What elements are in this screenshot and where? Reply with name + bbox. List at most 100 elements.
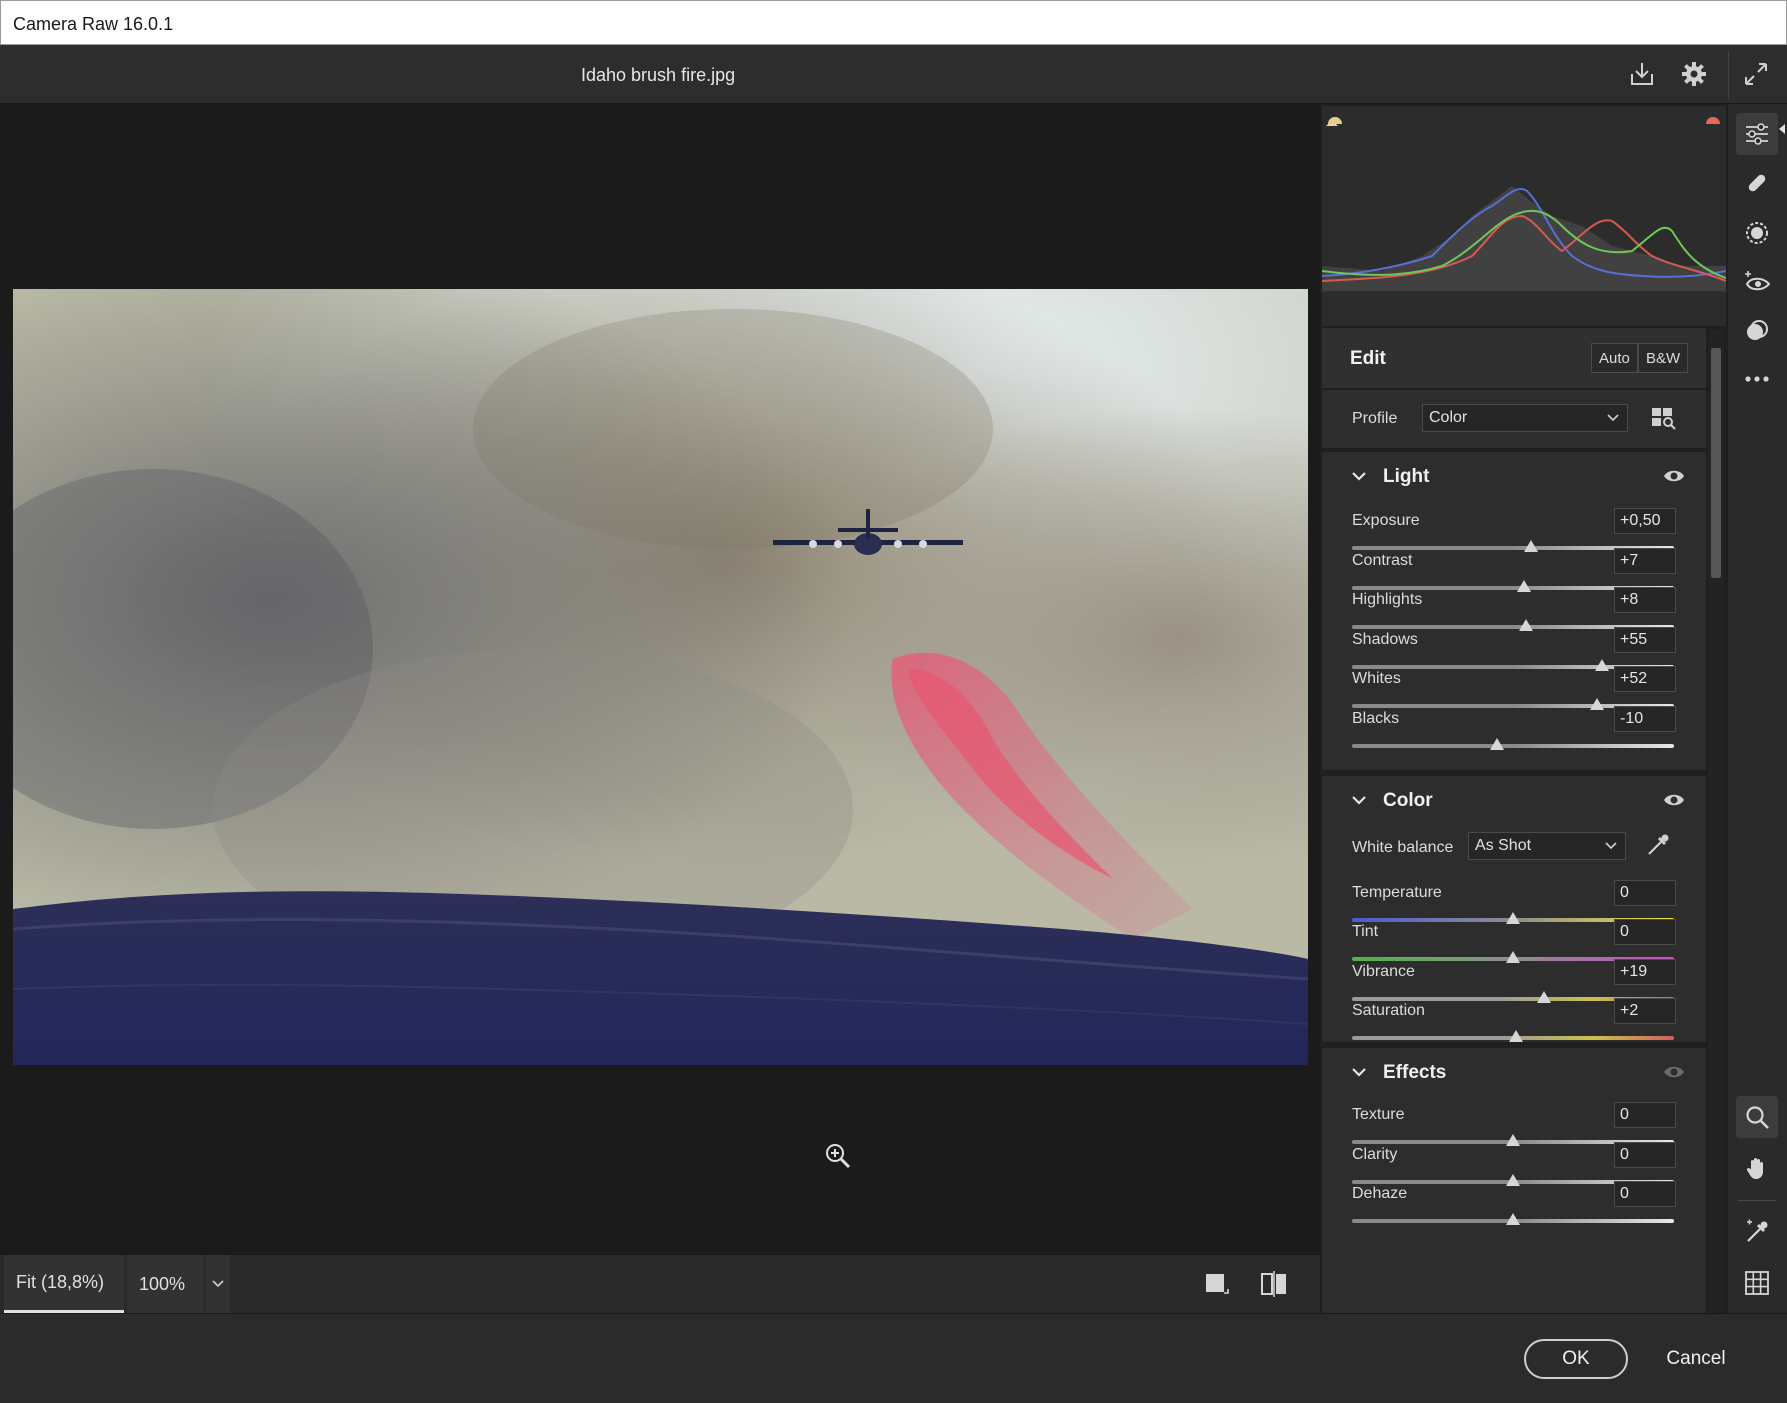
whites-value-field[interactable]: +52 [1614, 666, 1676, 693]
clarity-thumb[interactable] [1506, 1173, 1520, 1186]
dehaze-slider[interactable]: Dehaze 0 [1352, 1181, 1676, 1231]
edit-header: Edit Auto B&W [1322, 328, 1706, 388]
blacks-value-field[interactable]: -10 [1614, 706, 1676, 732]
color-section-header[interactable]: Color [1322, 776, 1706, 824]
edit-sections: Profile Color Light Exposure +0,50 Contras… [1322, 390, 1706, 1314]
light-title: Light [1383, 466, 1430, 487]
histogram [1321, 106, 1727, 326]
zoom-tool-icon[interactable] [1736, 1096, 1778, 1138]
single-view-icon[interactable] [1204, 1271, 1230, 1302]
contrast-thumb[interactable] [1517, 579, 1532, 592]
photo-canvas[interactable] [13, 289, 1308, 1065]
contrast-value-field[interactable]: +7 [1614, 547, 1676, 574]
exposure-label: Exposure [1352, 512, 1420, 529]
zoom-dropdown-chevron-icon[interactable] [206, 1255, 230, 1313]
chevron-down-icon [1605, 837, 1617, 855]
chevron-down-icon [1352, 468, 1366, 486]
whites-thumb[interactable] [1589, 698, 1604, 711]
ok-button[interactable]: OK [1524, 1339, 1628, 1379]
clarity-value-field[interactable]: 0 [1614, 1141, 1676, 1168]
chevron-down-icon [1352, 792, 1366, 810]
panel-scrollbar-thumb[interactable] [1711, 348, 1721, 578]
bw-button[interactable]: B&W [1638, 343, 1689, 373]
zoom-fit-button[interactable]: Fit (18,8%) [4, 1255, 124, 1313]
highlights-value-field[interactable]: +8 [1614, 587, 1676, 614]
hand-tool-icon[interactable] [1736, 1147, 1778, 1189]
grid-overlay-icon[interactable] [1736, 1262, 1778, 1304]
zoom-100-button[interactable]: 100% [127, 1255, 204, 1313]
tint-value-field[interactable]: 0 [1614, 919, 1676, 946]
light-section-header[interactable]: Light [1322, 452, 1706, 500]
image-preview[interactable] [0, 104, 1320, 1254]
more-options-icon[interactable] [1736, 358, 1778, 400]
shadows-value-field[interactable]: +55 [1614, 626, 1676, 653]
fullscreen-icon[interactable] [1739, 57, 1773, 91]
shadows-label: Shadows [1352, 630, 1418, 648]
eye-icon[interactable] [1663, 468, 1685, 489]
light-section: Light Exposure +0,50 Contrast +7 Highlights +… [1322, 452, 1706, 770]
save-download-icon[interactable] [1625, 57, 1659, 91]
saturation-thumb[interactable] [1509, 1029, 1524, 1042]
red-eye-icon[interactable] [1736, 262, 1778, 304]
temperature-value-field[interactable]: 0 [1614, 880, 1676, 906]
shadows-thumb[interactable] [1594, 658, 1609, 671]
color-title: Color [1383, 790, 1433, 811]
presets-icon[interactable] [1736, 310, 1778, 352]
edit-panel: Edit Auto B&W Profile Color Light Exposu… [1320, 104, 1728, 1314]
white-balance-value: As Shot [1475, 837, 1532, 854]
highlights-label: Highlights [1352, 591, 1423, 609]
effects-section-header[interactable]: Effects [1322, 1048, 1706, 1096]
header-separator [1728, 51, 1729, 99]
profile-browser-icon[interactable] [1651, 406, 1677, 435]
window-titlebar: Camera Raw 16.0.1 [0, 0, 1787, 45]
saturation-slider[interactable]: Saturation +2 [1352, 997, 1676, 1048]
gear-icon[interactable] [1677, 57, 1711, 91]
chevron-down-icon [1607, 409, 1619, 427]
zoom-cursor-icon [824, 1142, 852, 1175]
window-title: Camera Raw 16.0.1 [13, 14, 174, 34]
tool-separator [1738, 1200, 1776, 1201]
texture-value-field[interactable]: 0 [1614, 1102, 1676, 1128]
edit-sliders-icon[interactable] [1736, 113, 1778, 155]
blacks-slider[interactable]: Blacks -10 [1352, 706, 1676, 756]
healing-bandage-icon[interactable] [1736, 162, 1778, 204]
white-balance-label: White balance [1352, 839, 1454, 856]
exposure-thumb[interactable] [1523, 540, 1538, 552]
preview-toolbar: Fit (18,8%) 100% [0, 1254, 1320, 1313]
eyedropper-icon[interactable] [1645, 832, 1671, 863]
blacks-track[interactable] [1352, 744, 1674, 748]
dehaze-value-field[interactable]: 0 [1614, 1181, 1676, 1208]
color-sampler-icon[interactable] [1736, 1211, 1778, 1253]
texture-thumb[interactable] [1506, 1134, 1520, 1146]
blacks-thumb[interactable] [1489, 738, 1504, 750]
profile-label: Profile [1352, 410, 1398, 427]
exposure-value-field[interactable]: +0,50 [1614, 508, 1676, 534]
eye-icon[interactable] [1663, 1064, 1685, 1085]
header-bar: Idaho brush fire.jpg [0, 45, 1787, 104]
saturation-label: Saturation [1352, 1001, 1425, 1019]
highlights-thumb[interactable] [1518, 619, 1533, 632]
profile-select-value: Color [1429, 409, 1468, 426]
cancel-button[interactable]: Cancel [1658, 1339, 1734, 1379]
tint-label: Tint [1352, 923, 1379, 941]
vibrance-label: Vibrance [1352, 962, 1415, 980]
vibrance-value-field[interactable]: +19 [1614, 958, 1676, 985]
whites-label: Whites [1352, 670, 1401, 688]
auto-button[interactable]: Auto [1591, 343, 1638, 373]
edit-title: Edit [1350, 348, 1386, 369]
dehaze-thumb[interactable] [1506, 1213, 1520, 1226]
masking-icon[interactable] [1736, 212, 1778, 254]
profile-row: Profile Color [1322, 390, 1706, 448]
saturation-value-field[interactable]: +2 [1614, 997, 1676, 1024]
temperature-thumb[interactable] [1506, 912, 1520, 924]
tint-thumb[interactable] [1506, 951, 1520, 964]
profile-select[interactable]: Color [1422, 404, 1628, 432]
eye-icon[interactable] [1663, 792, 1685, 813]
texture-label: Texture [1352, 1106, 1405, 1123]
blacks-label: Blacks [1352, 710, 1400, 727]
file-name: Idaho brush fire.jpg [581, 65, 736, 85]
vibrance-thumb[interactable] [1536, 990, 1551, 1003]
white-balance-select[interactable]: As Shot [1468, 832, 1626, 860]
before-after-view-icon[interactable] [1260, 1271, 1288, 1302]
dialog-footer: OK Cancel [0, 1313, 1787, 1403]
